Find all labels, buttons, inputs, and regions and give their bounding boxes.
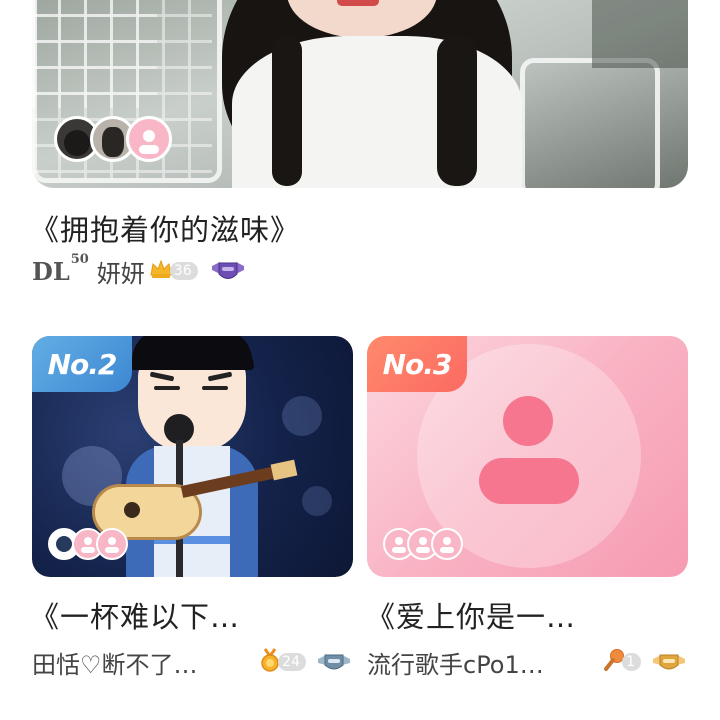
singer-row: 流行歌手cPo1… 1 bbox=[367, 643, 687, 681]
default-avatar-icon bbox=[431, 528, 463, 560]
singer-name[interactable]: 流行歌手cPo1… bbox=[367, 645, 544, 680]
singer-name[interactable]: 妍妍 bbox=[97, 254, 145, 289]
default-avatar-icon bbox=[503, 396, 553, 446]
rank-badge-no3: No.3 bbox=[367, 336, 467, 392]
song-cover-image[interactable]: No.2 bbox=[32, 336, 353, 577]
default-avatar-icon bbox=[96, 528, 128, 560]
singer-avatars bbox=[54, 116, 172, 162]
silver-shield-badge-icon bbox=[316, 651, 350, 673]
singer-avatars bbox=[383, 528, 463, 560]
song-cover-placeholder[interactable]: No.3 bbox=[367, 336, 688, 577]
rank-badge-no2: No.2 bbox=[32, 336, 132, 392]
wealth-level-badge: 24 bbox=[259, 647, 306, 673]
wealth-level-badge: 36 bbox=[149, 259, 198, 282]
singer-row: DL50 妍妍 36 bbox=[32, 251, 244, 289]
song-title: 《拥抱着你的滋味》 bbox=[30, 213, 301, 247]
singer-name[interactable]: 田恬♡断不了… bbox=[32, 645, 198, 680]
singer-avatars bbox=[48, 528, 128, 560]
default-avatar-icon bbox=[126, 116, 172, 162]
wealth-level-badge: 1 bbox=[603, 648, 641, 673]
song-cover-image[interactable] bbox=[32, 0, 688, 188]
song-title: 《一杯难以下… bbox=[30, 600, 241, 634]
gold-shield-badge-icon bbox=[651, 651, 685, 673]
singer-row: 田恬♡断不了… 24 bbox=[32, 643, 352, 681]
song-title: 《爱上你是一… bbox=[366, 600, 577, 634]
purple-shield-badge-icon bbox=[210, 260, 244, 282]
dl-level-badge: DL50 bbox=[32, 251, 89, 286]
